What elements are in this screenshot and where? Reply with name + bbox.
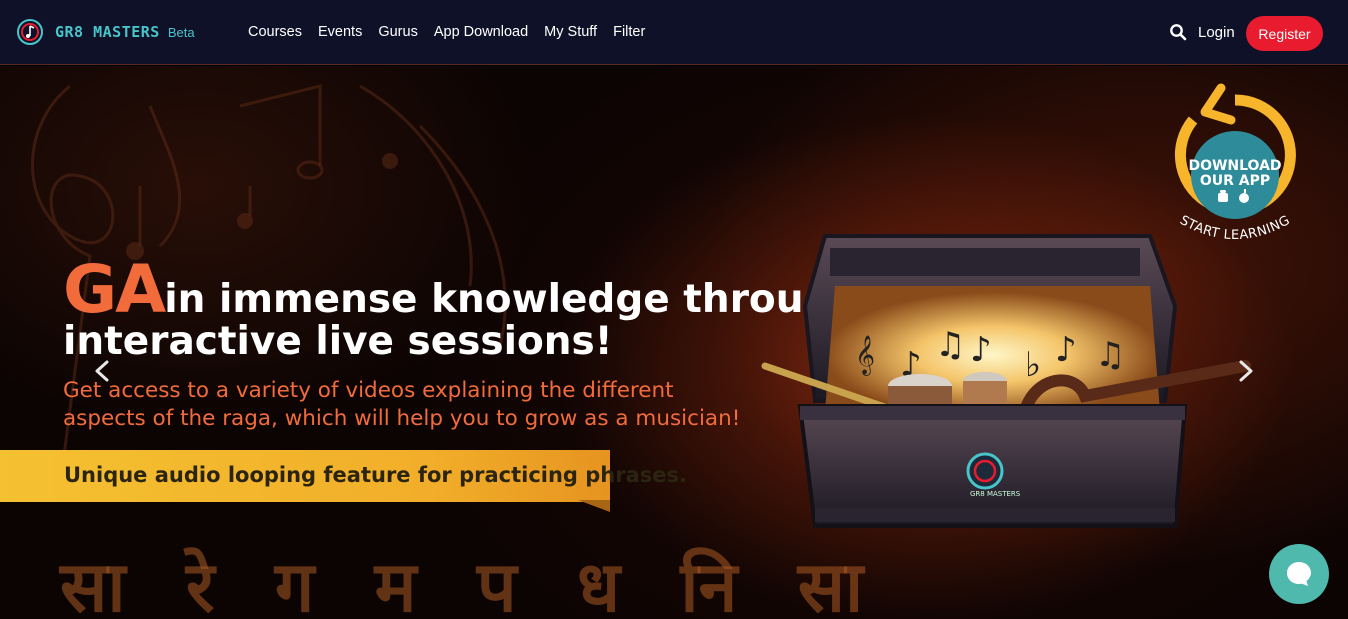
register-button[interactable]: Register	[1246, 16, 1323, 51]
svg-text:♭: ♭	[1025, 345, 1041, 385]
badge-line1: DOWNLOAD	[1188, 158, 1281, 174]
headline-line2: interactive live sessions!	[63, 319, 613, 364]
brand-logo-icon	[17, 19, 43, 45]
login-link[interactable]: Login	[1198, 24, 1235, 41]
brand-name: GR8 MASTERS	[55, 23, 160, 41]
svg-text:♪: ♪	[970, 330, 992, 370]
ribbon-fold	[578, 500, 610, 512]
nav-app-download[interactable]: App Download	[434, 24, 528, 40]
hero-subtext: Get access to a variety of videos explai…	[63, 378, 741, 431]
treasure-chest-illustration: 𝄞 ♪ ♫ ♪ ♭ ♪ ♫ GR8 MASTERS	[761, 234, 1251, 528]
chest-logo-text: GR8 MASTERS	[970, 490, 1021, 498]
nav-courses[interactable]: Courses	[248, 24, 302, 40]
hero-headline: GAin immense knowledge through	[63, 251, 859, 328]
carousel-prev-arrow-icon[interactable]	[92, 359, 112, 383]
svg-text:♫: ♫	[1095, 335, 1125, 375]
chat-widget-button[interactable]	[1269, 544, 1329, 604]
nav-filter[interactable]: Filter	[613, 24, 645, 40]
nav-my-stuff[interactable]: My Stuff	[544, 24, 597, 40]
download-app-badge[interactable]: DOWNLOAD OUR APP START LEARNING	[1165, 80, 1305, 255]
carousel-next-arrow-icon[interactable]	[1236, 359, 1256, 383]
badge-line2: OUR APP	[1200, 173, 1270, 189]
ribbon-text: Unique audio looping feature for practic…	[64, 463, 687, 487]
hero-banner: GAin immense knowledge through interacti…	[0, 66, 1348, 619]
svg-text:𝄞: 𝄞	[855, 335, 875, 376]
headline-highlight: GA	[63, 251, 166, 328]
svg-text:♪: ♪	[1055, 330, 1077, 370]
beta-badge: Beta	[167, 24, 195, 40]
chat-bubble-icon	[1287, 562, 1311, 586]
search-icon[interactable]	[1169, 23, 1187, 41]
svg-text:♫: ♫	[935, 325, 965, 365]
swara-notation: सा रे ग म प ध नि सा	[60, 545, 882, 619]
brand-logo-link[interactable]: GR8 MASTERS Beta	[16, 17, 195, 47]
nav-events[interactable]: Events	[318, 24, 362, 40]
top-navbar: GR8 MASTERS Beta Courses Events Gurus Ap…	[0, 0, 1348, 65]
main-nav: Courses Events Gurus App Download My Stu…	[248, 24, 661, 40]
nav-gurus[interactable]: Gurus	[378, 24, 418, 40]
